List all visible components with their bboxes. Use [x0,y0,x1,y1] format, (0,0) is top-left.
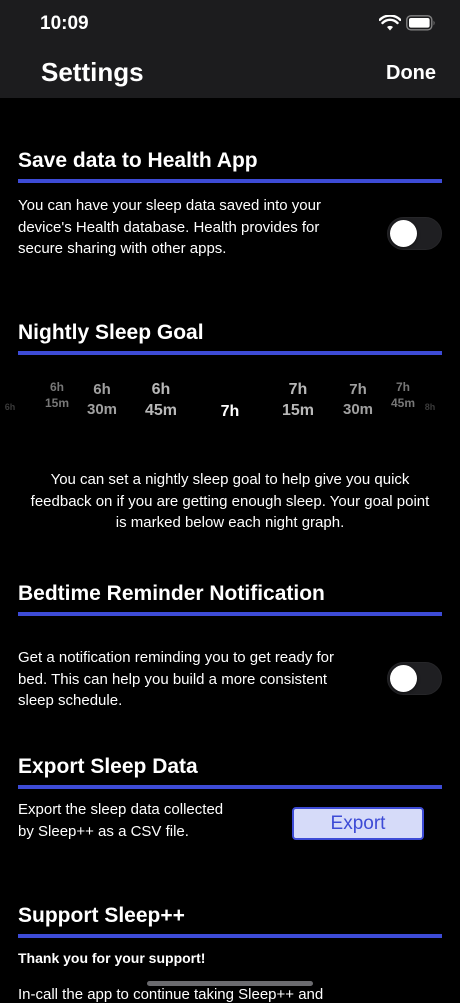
health-description: You can have your sleep data saved into … [18,195,321,260]
picker-option-hours: 7h [395,380,410,394]
health-description-line: device's Health database. Health provide… [18,218,320,236]
picker-option[interactable]: 7h [205,402,255,423]
health-description-line: secure sharing with other apps. [18,240,227,257]
navigation-bar: 10:09 Settings Done [0,0,460,98]
toggle-knob [390,665,417,692]
wifi-icon [379,15,401,31]
status-time: 10:09 [40,13,89,34]
picker-option-hours: 6h [4,402,16,412]
bedtime-description: Get a notification reminding you to get … [18,647,334,712]
support-section-title: Support Sleep++ [18,904,185,927]
picker-option-minutes: 15m [281,401,315,419]
health-section-title: Save data to Health App [18,149,258,172]
picker-option-hours: 6h [49,380,64,394]
picker-option[interactable]: 7h 30m [333,380,383,419]
export-section-divider [18,785,442,789]
bedtime-description-line: sleep schedule. [18,692,123,709]
save-to-health-toggle[interactable] [387,217,442,250]
support-thanks: Thank you for your support! [18,950,206,966]
picker-option-minutes: 45m [144,401,178,419]
picker-option[interactable]: 7h 15m [273,380,323,422]
toggle-knob [390,220,417,247]
bedtime-section-title: Bedtime Reminder Notification [18,582,325,605]
picker-option-hours: 7h [349,381,367,398]
page-title: Settings [41,57,144,87]
bedtime-reminder-toggle[interactable] [387,662,442,695]
bedtime-section-divider [18,612,442,616]
support-section-divider [18,934,442,938]
picker-option-hours: 6h [151,381,171,398]
support-description-partial: In-call the app to continue taking Sleep… [18,986,324,1003]
battery-icon [406,15,435,31]
done-button[interactable]: Done [386,62,436,85]
sleep-goal-description: You can set a nightly sleep goal to help… [30,471,430,531]
picker-option[interactable]: 8h [405,402,455,414]
home-indicator [147,981,313,986]
bedtime-description-line: bed. This can help you build a more cons… [18,670,328,688]
picker-option-hours: 7h [288,381,308,398]
sleep-goal-section-divider [18,351,442,355]
picker-option-minutes: 30m [342,400,374,418]
picker-option-minutes: 30m [86,400,118,418]
export-section-title: Export Sleep Data [18,755,198,778]
picker-option-hours: 8h [424,402,436,412]
picker-option-minutes: 15m [44,395,70,410]
export-description-line: by Sleep++ as a CSV file. [18,822,189,840]
sleep-goal-picker[interactable]: 6h 6h 15m 6h 30m 6h 45m 7h 7h 15m 7h 30m 7h 45m 8h [5,380,440,440]
picker-option[interactable]: 6h 15m [32,380,82,411]
bedtime-description-line: Get a notification reminding you to get … [18,649,335,666]
health-description-line: You can have your sleep data saved into … [18,197,321,214]
picker-option[interactable]: 6h [0,402,35,414]
export-description: Export the sleep data collected by Sleep… [18,799,223,842]
picker-option-hours: 7h [220,403,240,420]
export-description-line: Export the sleep data collected [18,801,224,818]
picker-option[interactable]: 6h 30m [77,380,127,419]
sleep-goal-section-title: Nightly Sleep Goal [18,321,204,344]
picker-option-hours: 6h [93,381,111,398]
health-section-divider [18,179,442,183]
export-button[interactable]: Export [292,807,424,840]
picker-option[interactable]: 6h 45m [136,380,186,422]
